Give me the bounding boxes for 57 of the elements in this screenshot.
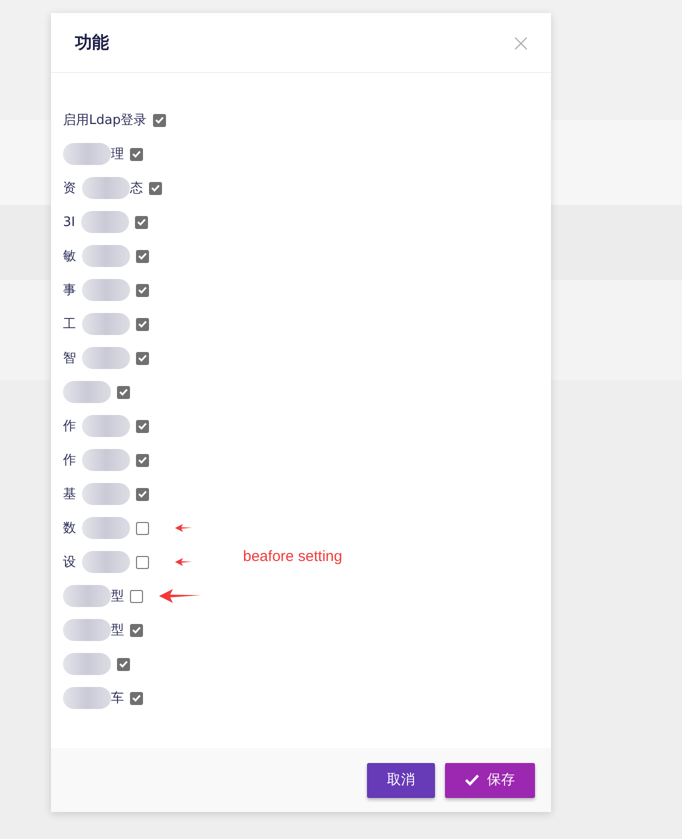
checkbox[interactable]: [136, 284, 149, 296]
checkbox[interactable]: [136, 250, 149, 262]
feature-label: 态: [130, 180, 143, 197]
redaction-blur: [63, 653, 111, 675]
cancel-button[interactable]: 取消: [367, 762, 435, 798]
redaction-blur: [82, 517, 130, 539]
feature-label: 型: [111, 622, 124, 639]
checkbox[interactable]: [136, 488, 149, 500]
checkbox[interactable]: [136, 318, 149, 330]
checkbox[interactable]: [149, 182, 162, 194]
feature-label: 理: [111, 146, 124, 163]
redaction-blur: [82, 415, 130, 437]
feature-label: 型: [111, 588, 124, 605]
feature-label: 启用Ldap登录: [63, 112, 147, 129]
checkbox[interactable]: [135, 216, 148, 228]
checkbox[interactable]: [136, 556, 149, 568]
annotation-text: beafore setting: [243, 548, 342, 565]
checkbox[interactable]: [136, 522, 149, 534]
checkbox[interactable]: [117, 386, 130, 398]
feature-label: 3I: [63, 214, 76, 230]
feature-label: 事: [63, 282, 76, 299]
redaction-blur: [82, 551, 130, 573]
feature-label: 作: [63, 452, 76, 469]
checkbox[interactable]: [117, 658, 130, 670]
redaction-blur: [63, 381, 111, 403]
checkbox[interactable]: [136, 352, 149, 364]
checkbox[interactable]: [130, 624, 143, 636]
checkbox[interactable]: [136, 454, 149, 466]
redaction-blur: [81, 211, 130, 233]
redaction-blur: [82, 449, 130, 471]
dialog-title: 功能: [75, 32, 109, 54]
feature-label: 作: [63, 418, 76, 435]
feature-label: 敏: [63, 248, 76, 265]
feature-label: 基: [63, 486, 76, 503]
checkbox[interactable]: [136, 420, 149, 432]
redaction-blur: [82, 347, 130, 369]
redaction-blur: [82, 177, 130, 199]
checkbox[interactable]: [130, 148, 143, 160]
redaction-blur: [82, 245, 130, 267]
redaction-blur: [63, 619, 111, 641]
feature-label: 设: [63, 554, 76, 571]
check-icon: [465, 774, 479, 786]
redaction-blur: [63, 585, 111, 607]
redaction-blur: [82, 313, 130, 335]
feature-label: 资: [63, 180, 76, 197]
redaction-blur: [63, 143, 111, 165]
redaction-blur: [82, 279, 130, 301]
checkbox[interactable]: [152, 114, 166, 126]
feature-label: 工: [63, 316, 76, 333]
redaction-blur: [82, 483, 130, 505]
save-button[interactable]: 保存: [445, 762, 535, 798]
checkbox[interactable]: [130, 692, 143, 704]
feature-label: 数: [63, 520, 76, 537]
redaction-blur: [63, 687, 111, 709]
feature-label: 车: [111, 690, 124, 707]
checkbox[interactable]: [130, 590, 143, 602]
feature-label: 智: [63, 350, 76, 367]
